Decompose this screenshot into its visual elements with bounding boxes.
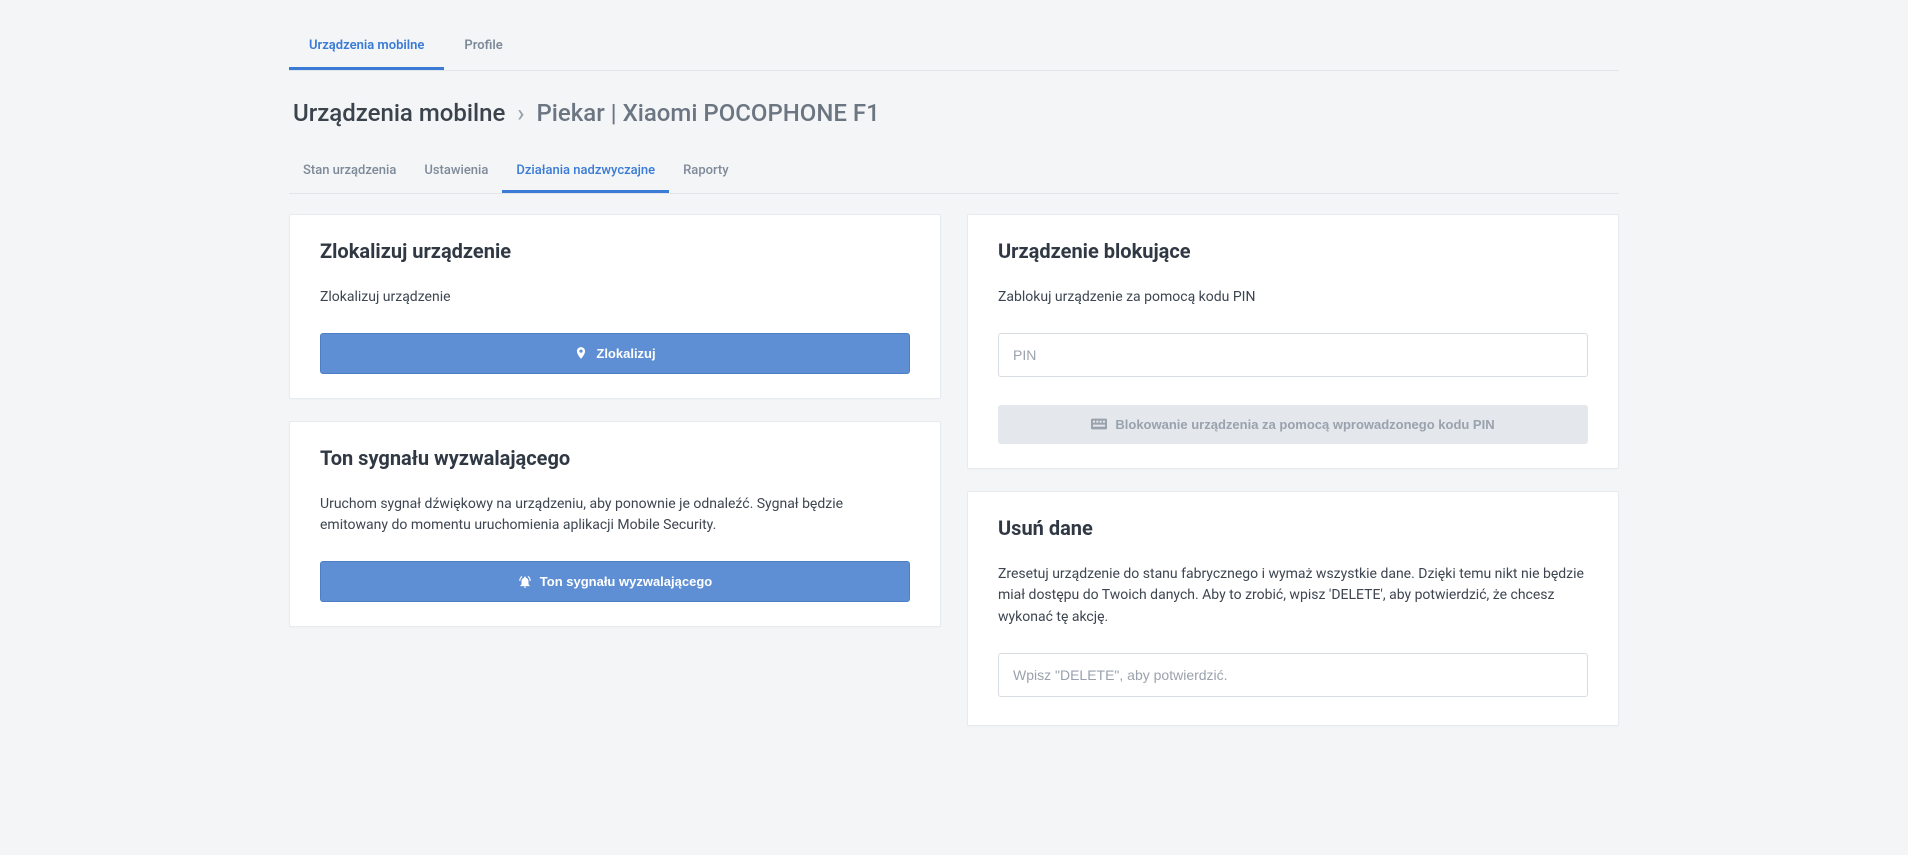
lock-button[interactable]: Blokowanie urządzenia za pomocą wprowadz…: [998, 405, 1588, 444]
card-tone: Ton sygnału wyzwalającego Uruchom sygnał…: [289, 421, 941, 627]
card-locate: Zlokalizuj urządzenie Zlokalizuj urządze…: [289, 214, 941, 399]
card-wipe: Usuń dane Zresetuj urządzenie do stanu f…: [967, 491, 1619, 726]
card-lock-desc: Zablokuj urządzenie za pomocą kodu PIN: [998, 287, 1588, 309]
breadcrumb-device: Piekar | Xiaomi POCOPHONE F1: [536, 99, 879, 127]
keypad-icon: [1091, 418, 1107, 430]
card-wipe-title: Usuń dane: [998, 516, 1588, 540]
card-tone-title: Ton sygnału wyzwalającego: [320, 446, 910, 470]
subtab-settings[interactable]: Ustawienia: [410, 151, 502, 193]
breadcrumb-separator: ›: [517, 99, 524, 127]
pin-input[interactable]: [998, 333, 1588, 377]
top-tabs: Urządzenia mobilne Profile: [289, 20, 1619, 71]
subtab-device-status[interactable]: Stan urządzenia: [289, 151, 410, 193]
card-tone-desc: Uruchom sygnał dźwiękowy na urządzeniu, …: [320, 494, 910, 537]
sub-tabs: Stan urządzenia Ustawienia Działania nad…: [289, 151, 1619, 194]
subtab-reports[interactable]: Raporty: [669, 151, 742, 193]
breadcrumb-root[interactable]: Urządzenia mobilne: [293, 99, 505, 127]
subtab-emergency-actions[interactable]: Działania nadzwyczajne: [502, 151, 669, 193]
card-lock: Urządzenie blokujące Zablokuj urządzenie…: [967, 214, 1619, 469]
tab-mobile-devices[interactable]: Urządzenia mobilne: [289, 20, 444, 70]
breadcrumb: Urządzenia mobilne › Piekar | Xiaomi POC…: [289, 71, 1619, 151]
location-pin-icon: [574, 346, 588, 360]
lock-button-label: Blokowanie urządzenia za pomocą wprowadz…: [1115, 417, 1494, 432]
card-locate-title: Zlokalizuj urządzenie: [320, 239, 910, 263]
card-wipe-desc: Zresetuj urządzenie do stanu fabrycznego…: [998, 564, 1588, 629]
locate-button[interactable]: Zlokalizuj: [320, 333, 910, 374]
delete-confirm-input[interactable]: [998, 653, 1588, 697]
tone-button[interactable]: Ton sygnału wyzwalającego: [320, 561, 910, 602]
card-locate-desc: Zlokalizuj urządzenie: [320, 287, 910, 309]
card-lock-title: Urządzenie blokujące: [998, 239, 1588, 263]
bell-icon: [518, 575, 532, 589]
locate-button-label: Zlokalizuj: [596, 346, 655, 361]
tone-button-label: Ton sygnału wyzwalającego: [540, 574, 712, 589]
tab-profile[interactable]: Profile: [444, 20, 522, 70]
